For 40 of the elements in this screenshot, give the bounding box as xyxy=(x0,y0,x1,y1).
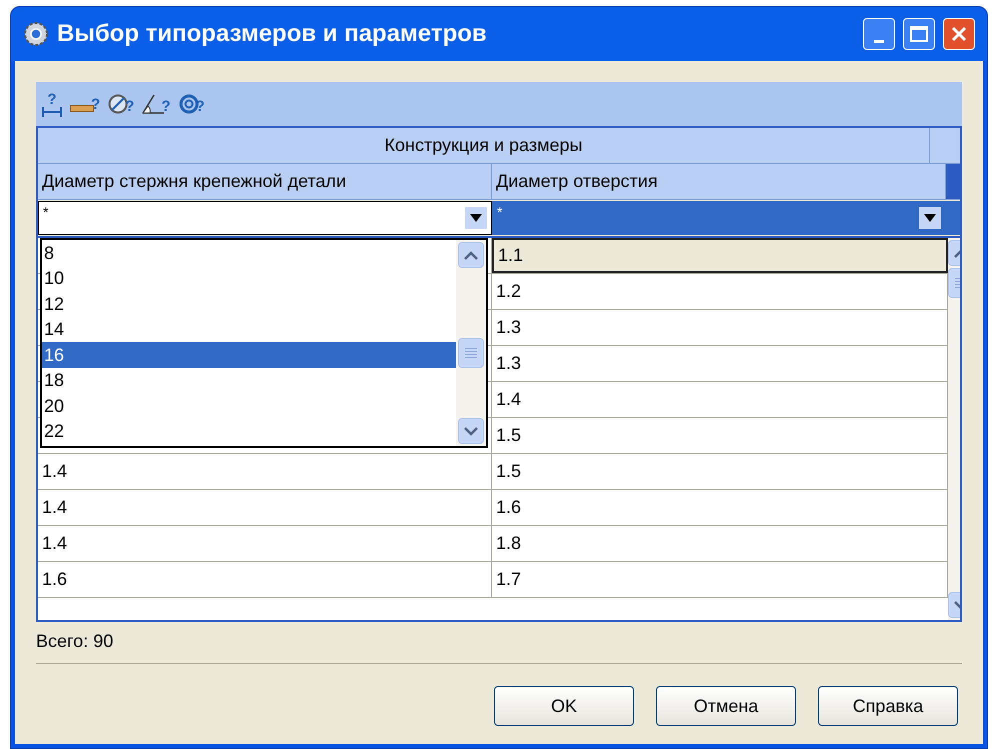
chevron-down-icon xyxy=(464,426,478,436)
dropdown-item[interactable]: 14 xyxy=(42,316,456,342)
scroll-up-button[interactable] xyxy=(458,242,484,268)
dropdown-item[interactable]: 20 xyxy=(42,393,456,418)
angle-help-button[interactable]: ? xyxy=(142,94,171,114)
diameter-help-button[interactable]: ? xyxy=(108,94,134,114)
dialog-button[interactable]: Справка xyxy=(818,686,958,726)
dialog-button[interactable]: OK xyxy=(494,686,634,726)
scroll-thumb[interactable] xyxy=(458,338,484,368)
dropdown-caret-icon xyxy=(924,214,936,222)
filter-combobox[interactable]: * xyxy=(38,201,492,235)
scroll-down-button[interactable] xyxy=(458,418,484,444)
dropdown-scrollbar[interactable] xyxy=(456,240,486,446)
total-count: Всего: 90 xyxy=(36,630,114,653)
gear-icon xyxy=(23,21,49,47)
dropdown-item[interactable]: 8 xyxy=(42,240,456,266)
dropdown-item[interactable]: 10 xyxy=(42,266,456,291)
filter-combobox[interactable]: * xyxy=(492,201,946,235)
dropdown-item[interactable]: 12 xyxy=(42,291,456,316)
dialog-button[interactable]: Отмена xyxy=(656,686,796,726)
concentric-circles-icon xyxy=(178,94,199,114)
filter-corner xyxy=(946,201,960,235)
dropdown-item[interactable]: 16 xyxy=(42,342,456,368)
dimension-line-icon xyxy=(42,106,62,116)
window-title: Выбор типоразмеров и параметров xyxy=(57,19,488,49)
dimension-help-button[interactable]: ? xyxy=(42,92,62,116)
filter-value: * xyxy=(43,203,50,219)
dropdown-item[interactable]: 22 xyxy=(42,418,456,444)
maximize-button[interactable] xyxy=(903,18,935,50)
table-cell: 1.1 xyxy=(492,238,948,273)
column-header[interactable]: Диаметр стержня крепежной детали xyxy=(38,164,492,199)
minimize-button[interactable] xyxy=(863,18,895,50)
chevron-up-icon xyxy=(464,250,478,260)
dropdown-caret-icon xyxy=(470,214,482,222)
filter-value: * xyxy=(497,203,504,219)
dropdown-item[interactable]: 18 xyxy=(42,368,456,393)
group-header: Конструкция и размеры xyxy=(38,128,930,163)
close-icon xyxy=(951,26,967,42)
close-button[interactable] xyxy=(943,18,975,50)
ruler-help-button[interactable]: ? xyxy=(70,96,100,112)
